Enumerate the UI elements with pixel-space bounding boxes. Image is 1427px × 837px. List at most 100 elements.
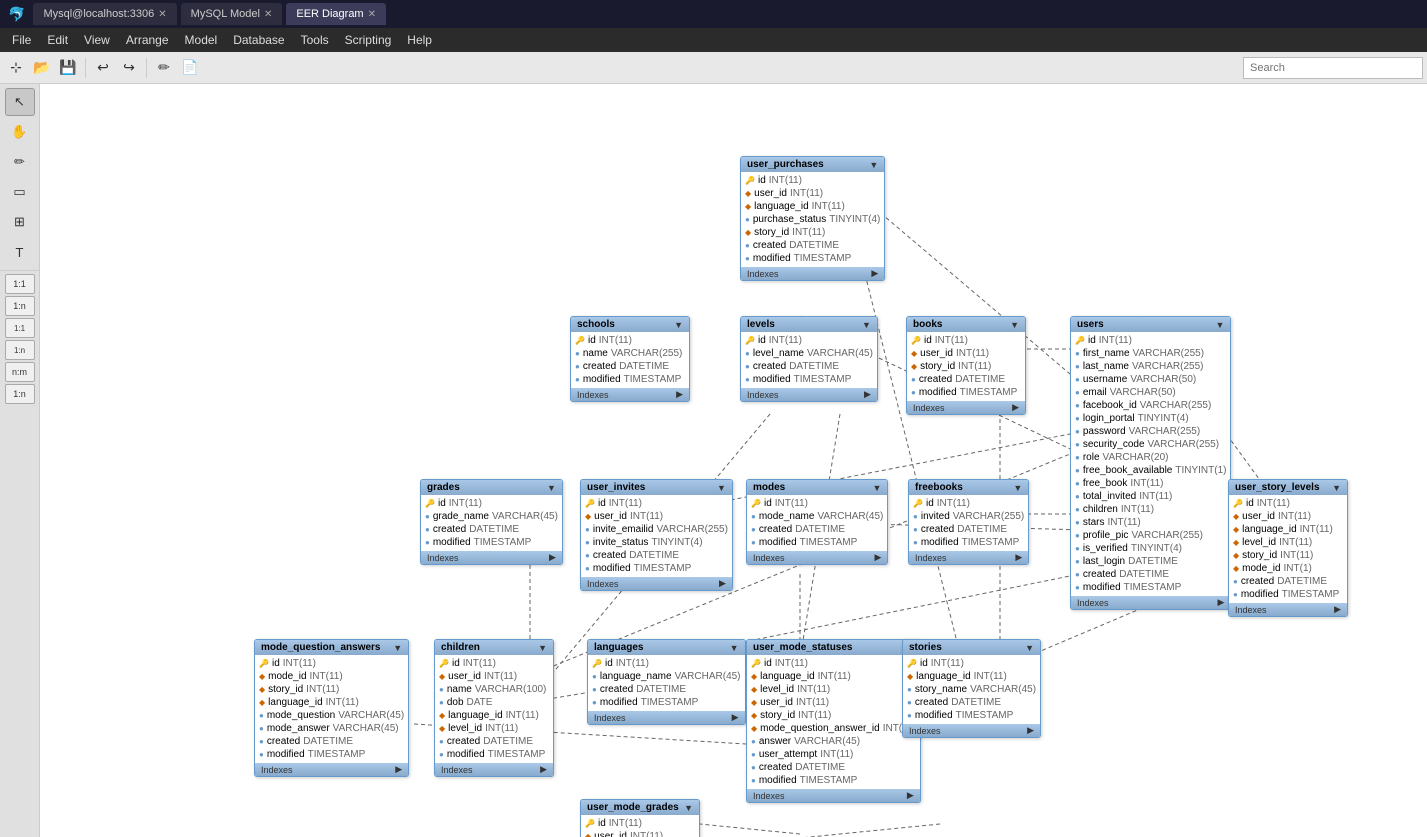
table-menu-user_purchases[interactable]: ▼ — [869, 160, 878, 170]
tool-text[interactable]: T — [5, 238, 35, 266]
tab-close-model[interactable]: ✕ — [264, 9, 272, 20]
table-footer-user_invites[interactable]: Indexes▶ — [581, 577, 732, 590]
rel-1-1-btn[interactable]: 1:1 — [5, 274, 35, 294]
table-menu-modes[interactable]: ▼ — [872, 483, 881, 493]
table-footer-schools[interactable]: Indexes▶ — [571, 388, 689, 401]
tool-rectangle[interactable]: ▭ — [5, 178, 35, 206]
table-levels[interactable]: levels▼🔑idINT(11)●level_nameVARCHAR(45)●… — [740, 316, 878, 402]
toolbar-undo-btn[interactable]: ↩ — [91, 56, 115, 80]
table-user_purchases[interactable]: user_purchases▼🔑idINT(11)◆user_idINT(11)… — [740, 156, 885, 281]
table-menu-levels[interactable]: ▼ — [862, 320, 871, 330]
table-footer-freebooks[interactable]: Indexes▶ — [909, 551, 1028, 564]
table-languages[interactable]: languages▼🔑idINT(11)●language_nameVARCHA… — [587, 639, 746, 725]
tab-mysql-model[interactable]: MySQL Model ✕ — [181, 3, 283, 25]
table-menu-user_mode_grades[interactable]: ▼ — [684, 803, 693, 813]
indexes-arrow-levels[interactable]: ▶ — [864, 389, 871, 400]
toolbar-doc-btn[interactable]: 📄 — [178, 56, 202, 80]
table-footer-stories[interactable]: Indexes▶ — [903, 724, 1040, 737]
table-menu-children[interactable]: ▼ — [538, 643, 547, 653]
tool-pointer[interactable]: ↖ — [5, 88, 35, 116]
table-footer-mode_question_answers[interactable]: Indexes▶ — [255, 763, 408, 776]
table-footer-levels[interactable]: Indexes▶ — [741, 388, 877, 401]
toolbar-open-btn[interactable]: 📂 — [30, 56, 54, 80]
field-type: TIMESTAMP — [956, 710, 1014, 721]
tool-table-view[interactable]: ⊞ — [5, 208, 35, 236]
tool-eraser[interactable]: ✏ — [5, 148, 35, 176]
menu-tools[interactable]: Tools — [293, 31, 337, 49]
tab-mysql-connection[interactable]: Mysql@localhost:3306 ✕ — [33, 3, 176, 25]
table-menu-stories[interactable]: ▼ — [1025, 643, 1034, 653]
table-grades[interactable]: grades▼🔑idINT(11)●grade_nameVARCHAR(45)●… — [420, 479, 563, 565]
indexes-arrow-freebooks[interactable]: ▶ — [1015, 552, 1022, 563]
table-footer-user_purchases[interactable]: Indexes▶ — [741, 267, 884, 280]
table-children[interactable]: children▼🔑idINT(11)◆user_idINT(11)●nameV… — [434, 639, 554, 777]
table-menu-user_invites[interactable]: ▼ — [717, 483, 726, 493]
table-freebooks[interactable]: freebooks▼🔑idINT(11)●invitedVARCHAR(255)… — [908, 479, 1029, 565]
field-row-children-id: 🔑idINT(11) — [435, 657, 553, 670]
table-menu-languages[interactable]: ▼ — [730, 643, 739, 653]
table-footer-children[interactable]: Indexes▶ — [435, 763, 553, 776]
table-footer-user_mode_statuses[interactable]: Indexes▶ — [747, 789, 920, 802]
tool-hand[interactable]: ✋ — [5, 118, 35, 146]
table-mode_question_answers[interactable]: mode_question_answers▼🔑idINT(11)◆mode_id… — [254, 639, 409, 777]
indexes-arrow-modes[interactable]: ▶ — [874, 552, 881, 563]
menu-database[interactable]: Database — [225, 31, 292, 49]
table-user_mode_grades[interactable]: user_mode_grades▼🔑idINT(11)◆user_idINT(1… — [580, 799, 700, 837]
tab-eer-diagram[interactable]: EER Diagram ✕ — [286, 3, 386, 25]
table-footer-user_story_levels[interactable]: Indexes▶ — [1229, 603, 1347, 616]
indexes-arrow-user_purchases[interactable]: ▶ — [871, 268, 878, 279]
indexes-arrow-schools[interactable]: ▶ — [676, 389, 683, 400]
search-input[interactable] — [1243, 57, 1423, 79]
menu-edit[interactable]: Edit — [39, 31, 76, 49]
menu-help[interactable]: Help — [399, 31, 440, 49]
toolbar-redo-btn[interactable]: ↪ — [117, 56, 141, 80]
toolbar-save-btn[interactable]: 💾 — [56, 56, 80, 80]
menu-arrange[interactable]: Arrange — [118, 31, 177, 49]
table-schools[interactable]: schools▼🔑idINT(11)●nameVARCHAR(255)●crea… — [570, 316, 690, 402]
table-menu-user_story_levels[interactable]: ▼ — [1332, 483, 1341, 493]
indexes-arrow-books[interactable]: ▶ — [1012, 402, 1019, 413]
indexes-arrow-user_story_levels[interactable]: ▶ — [1334, 604, 1341, 615]
table-users[interactable]: users▼🔑idINT(11)●first_nameVARCHAR(255)●… — [1070, 316, 1231, 610]
toolbar-edit-btn[interactable]: ✏ — [152, 56, 176, 80]
rel-1-n-solid-btn[interactable]: 1:n — [5, 340, 35, 360]
tab-close-mysql[interactable]: ✕ — [158, 9, 166, 20]
rel-1-n-btn[interactable]: 1:n — [5, 296, 35, 316]
table-footer-languages[interactable]: Indexes▶ — [588, 711, 745, 724]
menu-file[interactable]: File — [4, 31, 39, 49]
table-menu-users[interactable]: ▼ — [1216, 320, 1225, 330]
table-stories[interactable]: stories▼🔑idINT(11)◆language_idINT(11)●st… — [902, 639, 1041, 738]
rel-1-1-solid-btn[interactable]: 1:1 — [5, 318, 35, 338]
table-menu-grades[interactable]: ▼ — [547, 483, 556, 493]
indexes-arrow-children[interactable]: ▶ — [540, 764, 547, 775]
indexes-arrow-mode_question_answers[interactable]: ▶ — [395, 764, 402, 775]
table-menu-freebooks[interactable]: ▼ — [1013, 483, 1022, 493]
table-user_mode_statuses[interactable]: user_mode_statuses▼🔑idINT(11)◆language_i… — [746, 639, 921, 803]
table-footer-books[interactable]: Indexes▶ — [907, 401, 1025, 414]
menu-view[interactable]: View — [76, 31, 118, 49]
indexes-arrow-languages[interactable]: ▶ — [732, 712, 739, 723]
table-user_story_levels[interactable]: user_story_levels▼🔑idINT(11)◆user_idINT(… — [1228, 479, 1348, 617]
toolbar-select-btn[interactable]: ⊹ — [4, 56, 28, 80]
rel-n-m-btn[interactable]: n:m — [5, 362, 35, 382]
rel-1-n-2-btn[interactable]: 1:n — [5, 384, 35, 404]
table-modes[interactable]: modes▼🔑idINT(11)●mode_nameVARCHAR(45)●cr… — [746, 479, 888, 565]
tab-close-eer[interactable]: ✕ — [368, 9, 376, 20]
menu-scripting[interactable]: Scripting — [337, 31, 400, 49]
table-menu-mode_question_answers[interactable]: ▼ — [393, 643, 402, 653]
field-icon: ● — [575, 362, 580, 371]
table-user_invites[interactable]: user_invites▼🔑idINT(11)◆user_idINT(11)●i… — [580, 479, 733, 591]
indexes-arrow-user_invites[interactable]: ▶ — [719, 578, 726, 589]
indexes-arrow-users[interactable]: ▶ — [1218, 597, 1225, 608]
table-menu-schools[interactable]: ▼ — [674, 320, 683, 330]
indexes-arrow-grades[interactable]: ▶ — [549, 552, 556, 563]
table-books[interactable]: books▼🔑idINT(11)◆user_idINT(11)◆story_id… — [906, 316, 1026, 415]
table-footer-grades[interactable]: Indexes▶ — [421, 551, 562, 564]
indexes-arrow-user_mode_statuses[interactable]: ▶ — [907, 790, 914, 801]
table-menu-books[interactable]: ▼ — [1010, 320, 1019, 330]
menu-model[interactable]: Model — [177, 31, 226, 49]
table-footer-modes[interactable]: Indexes▶ — [747, 551, 887, 564]
eer-canvas[interactable]: user_purchases▼🔑idINT(11)◆user_idINT(11)… — [40, 84, 1427, 837]
indexes-arrow-stories[interactable]: ▶ — [1027, 725, 1034, 736]
table-footer-users[interactable]: Indexes▶ — [1071, 596, 1230, 609]
